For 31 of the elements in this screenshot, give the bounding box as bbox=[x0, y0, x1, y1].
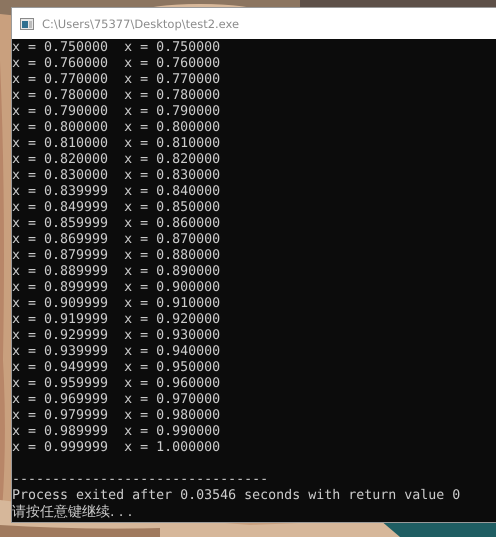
exit-message: Process exited after 0.03546 seconds with return value 0 bbox=[12, 488, 460, 504]
output-line: x = 0.760000 x = 0.760000 bbox=[12, 56, 220, 72]
output-line: x = 0.869999 x = 0.870000 bbox=[12, 232, 220, 248]
output-line: x = 0.939999 x = 0.940000 bbox=[12, 344, 220, 360]
output-line: x = 0.820000 x = 0.820000 bbox=[12, 152, 220, 168]
output-line: x = 0.909999 x = 0.910000 bbox=[12, 296, 220, 312]
output-line: x = 0.949999 x = 0.950000 bbox=[12, 360, 220, 376]
output-line: x = 0.989999 x = 0.990000 bbox=[12, 424, 220, 440]
output-line: x = 0.830000 x = 0.830000 bbox=[12, 168, 220, 184]
output-line: x = 0.999999 x = 1.000000 bbox=[12, 440, 220, 456]
output-line: x = 0.899999 x = 0.900000 bbox=[12, 280, 220, 296]
separator-line: -------------------------------- bbox=[12, 472, 268, 488]
output-line: x = 0.770000 x = 0.770000 bbox=[12, 72, 220, 88]
output-line: x = 0.929999 x = 0.930000 bbox=[12, 328, 220, 344]
output-line: x = 0.780000 x = 0.780000 bbox=[12, 88, 220, 104]
output-line: x = 0.979999 x = 0.980000 bbox=[12, 408, 220, 424]
output-line: x = 0.849999 x = 0.850000 bbox=[12, 200, 220, 216]
console-icon bbox=[20, 18, 34, 30]
window-title: C:\Users\75377\Desktop\test2.exe bbox=[42, 16, 240, 30]
output-line: x = 0.919999 x = 0.920000 bbox=[12, 312, 220, 328]
output-line: x = 0.800000 x = 0.800000 bbox=[12, 120, 220, 136]
output-line: x = 0.969999 x = 0.970000 bbox=[12, 392, 220, 408]
output-line: x = 0.859999 x = 0.860000 bbox=[12, 216, 220, 232]
output-line: x = 0.790000 x = 0.790000 bbox=[12, 104, 220, 120]
output-line: x = 0.810000 x = 0.810000 bbox=[12, 136, 220, 152]
output-line: x = 0.839999 x = 0.840000 bbox=[12, 184, 220, 200]
output-line: x = 0.959999 x = 0.960000 bbox=[12, 376, 220, 392]
output-line: x = 0.750000 x = 0.750000 bbox=[12, 40, 220, 56]
prompt-text: 请按任意键继续. . . bbox=[12, 504, 132, 520]
output-line: x = 0.879999 x = 0.880000 bbox=[12, 248, 220, 264]
output-line: x = 0.889999 x = 0.890000 bbox=[12, 264, 220, 280]
